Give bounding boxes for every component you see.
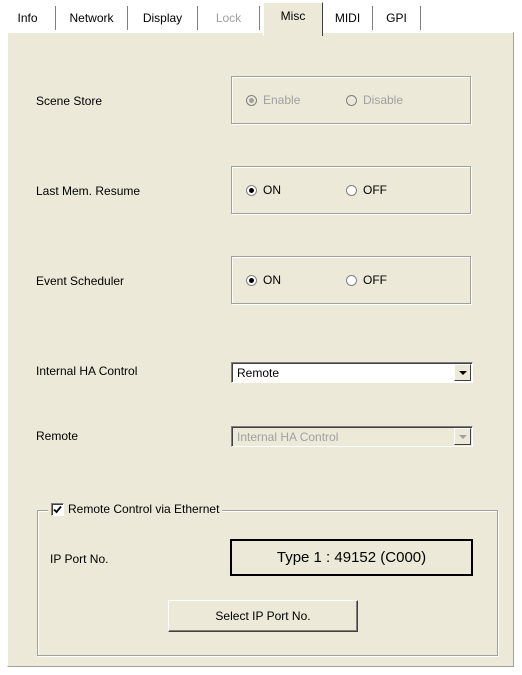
tab-midi-label: MIDI xyxy=(334,11,361,25)
ip-port-value-text: Type 1 : 49152 (C000) xyxy=(276,549,427,566)
internal-ha-control-label: Internal HA Control xyxy=(36,364,138,378)
select-ip-port-button[interactable]: Select IP Port No. xyxy=(168,600,358,632)
event-scheduler-label: Event Scheduler xyxy=(36,274,125,288)
tab-gpi-label: GPI xyxy=(386,11,407,25)
last-mem-resume-on-label: ON xyxy=(263,183,281,197)
remote-value: Internal HA Control xyxy=(237,430,339,444)
tab-misc[interactable]: Misc xyxy=(263,2,323,36)
tab-gpi[interactable]: GPI xyxy=(373,6,421,30)
event-scheduler-group: ON OFF xyxy=(231,256,471,304)
last-mem-resume-on-radio[interactable]: ON xyxy=(246,183,281,197)
scene-store-disable-radio: Disable xyxy=(346,93,403,107)
event-scheduler-off-radio[interactable]: OFF xyxy=(346,273,387,287)
event-scheduler-on-radio[interactable]: ON xyxy=(246,273,281,287)
check-icon xyxy=(53,505,62,513)
ip-port-value: Type 1 : 49152 (C000) xyxy=(230,539,473,576)
tab-lock: Lock xyxy=(198,6,260,30)
remote-label: Remote xyxy=(36,429,79,443)
scene-store-label: Scene Store xyxy=(36,94,103,108)
remote-ethernet-group xyxy=(37,510,498,656)
tab-network-label: Network xyxy=(69,11,114,25)
ip-port-label: IP Port No. xyxy=(50,552,109,566)
internal-ha-control-value: Remote xyxy=(237,366,280,380)
dropdown-button xyxy=(454,428,471,445)
tab-strip: Info Network Display Lock Misc MIDI GPI xyxy=(0,0,522,36)
internal-ha-control-select[interactable]: Remote xyxy=(231,362,473,383)
scene-store-enable-radio: Enable xyxy=(246,93,300,107)
remote-ethernet-checkbox[interactable]: Remote Control via Ethernet xyxy=(48,502,223,516)
radio-indicator-icon xyxy=(346,274,357,286)
scene-store-enable-label: Enable xyxy=(263,93,301,107)
tab-midi[interactable]: MIDI xyxy=(323,6,373,30)
dropdown-button[interactable] xyxy=(454,364,471,381)
event-scheduler-off-label: OFF xyxy=(363,273,387,287)
tab-network[interactable]: Network xyxy=(56,6,128,30)
chevron-down-icon xyxy=(458,370,467,375)
radio-indicator-icon xyxy=(246,274,257,286)
checkbox-box xyxy=(51,502,64,516)
radio-indicator-icon xyxy=(246,184,257,196)
chevron-down-icon xyxy=(458,434,467,439)
tab-lock-label: Lock xyxy=(215,11,242,25)
last-mem-resume-group: ON OFF xyxy=(231,166,471,214)
remote-ethernet-label: Remote Control via Ethernet xyxy=(68,502,220,516)
select-ip-port-button-label: Select IP Port No. xyxy=(215,609,311,623)
last-mem-resume-label: Last Mem. Resume xyxy=(36,184,141,198)
last-mem-resume-off-radio[interactable]: OFF xyxy=(346,183,387,197)
radio-indicator-icon xyxy=(346,184,357,196)
misc-panel: Scene Store Enable Disable Last Mem. Res… xyxy=(7,32,514,667)
tab-info[interactable]: Info xyxy=(0,6,56,30)
radio-indicator-icon xyxy=(246,94,257,106)
last-mem-resume-off-label: OFF xyxy=(363,183,387,197)
tab-misc-label: Misc xyxy=(280,9,306,23)
tab-display-label: Display xyxy=(142,11,183,25)
tab-display[interactable]: Display xyxy=(128,6,198,30)
scene-store-disable-label: Disable xyxy=(363,93,404,107)
tab-info-label: Info xyxy=(17,11,38,25)
radio-indicator-icon xyxy=(346,94,357,106)
remote-select: Internal HA Control xyxy=(231,426,473,447)
scene-store-group: Enable Disable xyxy=(231,76,471,124)
event-scheduler-on-label: ON xyxy=(263,273,281,287)
